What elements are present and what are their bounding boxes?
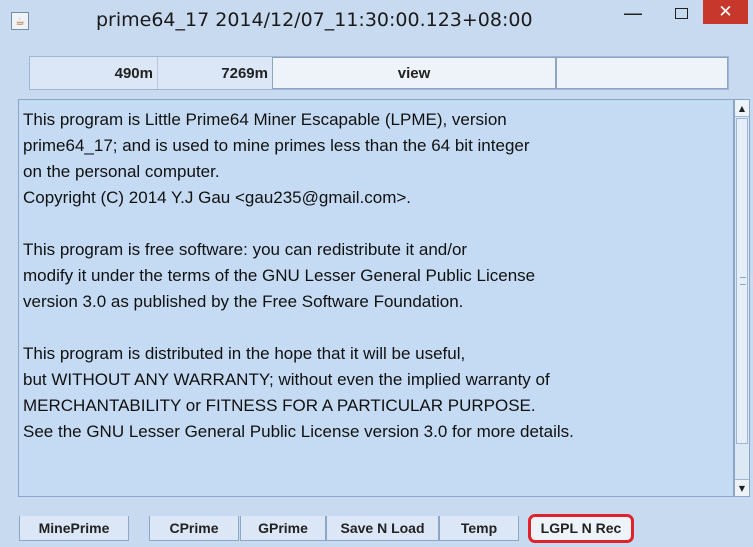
status-header-row: 490m 7269m view: [29, 56, 729, 90]
maximize-button[interactable]: [666, 0, 696, 26]
tab-cprime[interactable]: CPrime: [149, 516, 239, 541]
tab-save-n-load[interactable]: Save N Load: [326, 516, 439, 541]
tab-lgpl-n-rec[interactable]: LGPL N Rec: [528, 514, 634, 543]
tab-gprime[interactable]: GPrime: [240, 516, 326, 541]
memory-used-field: 490m: [30, 57, 158, 89]
minimize-button[interactable]: —: [618, 0, 648, 26]
memory-total-field: 7269m: [221, 64, 268, 82]
text-line: prime64_17; and is used to mine primes l…: [23, 136, 530, 155]
blank-button[interactable]: [556, 57, 728, 89]
text-line: [23, 211, 723, 237]
view-button[interactable]: view: [272, 57, 556, 89]
text-line: MERCHANTABILITY or FITNESS FOR A PARTICU…: [23, 396, 536, 415]
text-line: version 3.0 as published by the Free Sof…: [23, 292, 464, 311]
license-text: This program is Little Prime64 Miner Esc…: [23, 107, 723, 445]
text-line: modify it under the terms of the GNU Les…: [23, 266, 536, 285]
maximize-icon: [674, 7, 688, 19]
app-coffee-icon[interactable]: ☕: [11, 12, 29, 30]
text-line: This program is free software: you can r…: [23, 240, 468, 259]
text-line: This program is distributed in the hope …: [23, 344, 466, 363]
text-line: but WITHOUT ANY WARRANTY; without even t…: [23, 370, 550, 389]
close-button[interactable]: ✕: [703, 0, 748, 24]
scroll-up-arrow-icon[interactable]: ▲: [735, 100, 749, 117]
text-line: [23, 315, 723, 341]
license-text-area[interactable]: This program is Little Prime64 Miner Esc…: [18, 99, 734, 497]
text-line: This program is Little Prime64 Miner Esc…: [23, 110, 507, 129]
tab-mineprime[interactable]: MinePrime: [19, 516, 129, 541]
title-bar: ☕ prime64_17 2014/12/07_11:30:00.123+08:…: [0, 0, 753, 44]
scrollbar-thumb[interactable]: [736, 118, 748, 444]
text-line: on the personal computer.: [23, 162, 220, 181]
text-line: Copyright (C) 2014 Y.J Gau <gau235@gmail…: [23, 188, 412, 207]
scrollbar-grip-icon: [740, 277, 746, 285]
text-line: See the GNU Lesser General Public Licens…: [23, 422, 574, 441]
window-title: prime64_17 2014/12/07_11:30:00.123+08:00: [96, 9, 533, 31]
tab-temp[interactable]: Temp: [439, 516, 519, 541]
scroll-down-arrow-icon[interactable]: ▼: [735, 479, 749, 496]
vertical-scrollbar[interactable]: ▲ ▼: [734, 99, 750, 497]
